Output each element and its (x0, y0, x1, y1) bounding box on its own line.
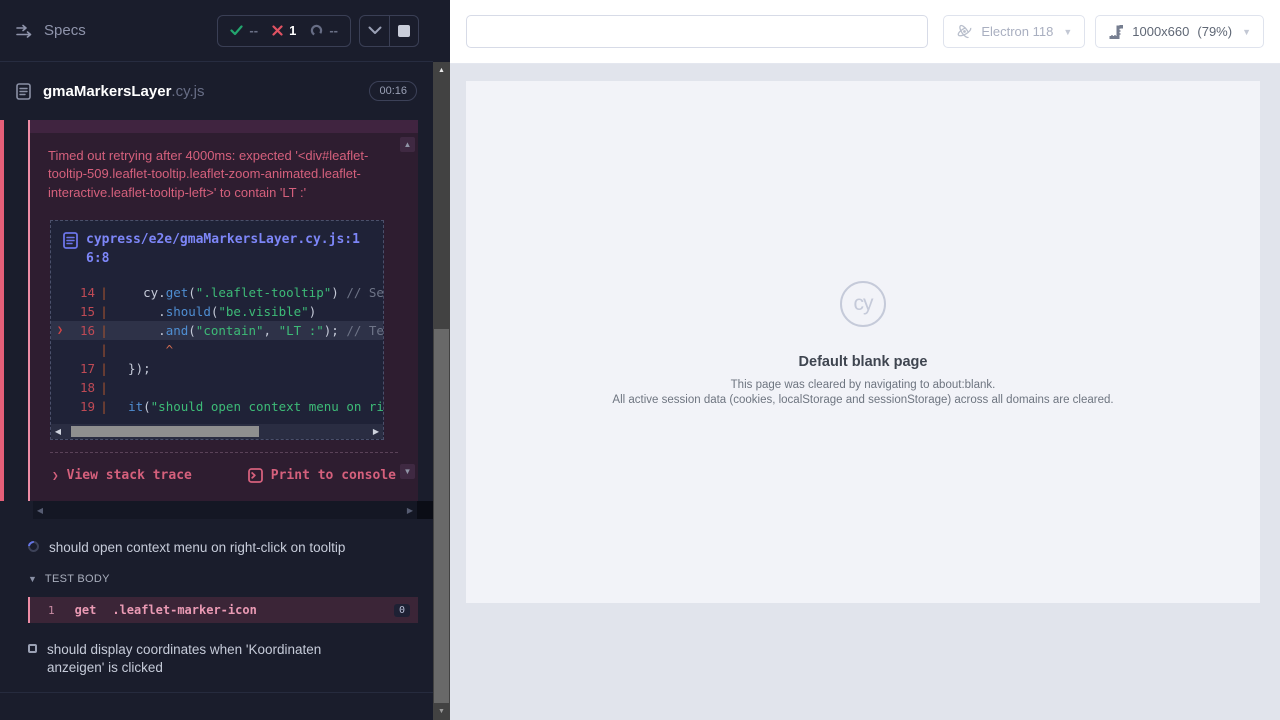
ruler-icon (1108, 24, 1124, 39)
reporter-header: Specs -- 1 -- (0, 0, 433, 62)
error-message: Timed out retrying after 4000ms: expecte… (30, 133, 418, 212)
command-number: 1 (48, 604, 55, 617)
view-stack-trace-label: View stack trace (67, 468, 192, 483)
blank-page-line1: This page was cleared by navigating to a… (731, 379, 996, 391)
chevron-down-icon (368, 26, 382, 35)
blank-page-title: Default blank page (799, 354, 928, 370)
scroll-up-icon[interactable]: ▲ (433, 62, 450, 79)
aut-blank-page: cy Default blank page This page was clea… (466, 81, 1260, 603)
chevron-down-icon: ▼ (28, 574, 37, 584)
viewport-scale-label: (79%) (1197, 24, 1232, 39)
chevron-down-icon: ▼ (1242, 27, 1251, 37)
scrollbar-corner (417, 501, 433, 519)
stat-failed: 1 (272, 23, 296, 38)
code-row: ❯16| .and("contain", "LT :"); // Test (51, 321, 383, 340)
command-message: .leaflet-marker-icon (112, 603, 257, 617)
scroll-right-icon[interactable]: ▶ (403, 506, 417, 515)
error-scroll-down-icon[interactable]: ▼ (400, 464, 415, 479)
specs-title[interactable]: Specs (44, 22, 86, 39)
test-pending-square-icon (28, 644, 37, 653)
error-scroll-up-icon[interactable]: ▲ (400, 137, 415, 152)
code-scroll-thumb[interactable] (71, 426, 259, 437)
stat-passed: -- (230, 23, 258, 38)
error-horizontal-scrollbar[interactable]: ◀ ▶ (33, 501, 417, 519)
viewport-header: Electron 118 ▼ 1000x660 (79%) ▼ (450, 0, 1280, 64)
fail-indicator-bar (0, 120, 4, 501)
spec-file-row[interactable]: gmaMarkersLayer.cy.js 00:16 (0, 62, 433, 120)
browser-label: Electron 118 (981, 24, 1053, 39)
test-stats: -- 1 -- (217, 15, 351, 47)
error-card: ▲ ▼ Timed out retrying after 4000ms: exp… (28, 120, 418, 501)
print-to-console-button[interactable]: Print to console (248, 468, 396, 483)
test-list-divider (0, 692, 433, 693)
viewport-size-label: 1000x660 (1132, 24, 1189, 39)
passed-count: -- (249, 23, 258, 38)
test-row[interactable]: should open context menu on right-click … (0, 531, 433, 565)
print-to-console-label: Print to console (271, 468, 396, 483)
code-row: 15| .should("be.visible") (51, 302, 383, 321)
sidebar-scrollbar[interactable]: ▲ ▼ (433, 62, 450, 720)
error-card-top-band (30, 120, 418, 133)
blank-page-line2: All active session data (cookies, localS… (612, 394, 1113, 406)
code-frame-file-path: cypress/e2e/gmaMarkersLayer.cy.js:16:8 (86, 231, 371, 269)
command-match-count-badge: 0 (394, 604, 410, 617)
code-frame-file-link[interactable]: cypress/e2e/gmaMarkersLayer.cy.js:16:8 (51, 221, 383, 277)
sidebar-scroll-thumb[interactable] (434, 329, 449, 703)
code-row: 14| cy.get(".leaflet-tooltip") // Sele (51, 283, 383, 302)
spec-file-icon (16, 83, 31, 100)
scroll-right-icon[interactable]: ▶ (369, 427, 383, 436)
cypress-reporter-sidebar: Specs -- 1 -- (0, 0, 450, 720)
code-frame: cypress/e2e/gmaMarkersLayer.cy.js:16:8 1… (50, 220, 384, 440)
pending-circle-icon (310, 24, 323, 37)
code-row: | ^ (51, 340, 383, 359)
stop-icon (398, 25, 410, 37)
view-stack-trace-button[interactable]: ❯ View stack trace (52, 468, 192, 483)
scroll-down-icon[interactable]: ▼ (433, 703, 450, 720)
console-icon (248, 468, 263, 483)
viewport-size-selector[interactable]: 1000x660 (79%) ▼ (1095, 15, 1264, 48)
failed-count: 1 (289, 23, 296, 38)
cypress-logo: cy (840, 281, 886, 327)
check-icon (230, 25, 243, 36)
spec-ext: .cy.js (171, 83, 204, 100)
pending-count: -- (329, 23, 338, 38)
test-running-spinner-icon (26, 539, 41, 554)
spec-duration-badge: 00:16 (369, 81, 417, 101)
test-row[interactable]: should display coordinates when 'Koordin… (0, 633, 433, 685)
electron-icon (956, 23, 973, 40)
test-title: should display coordinates when 'Koordin… (47, 641, 373, 677)
collapse-all-button[interactable] (360, 16, 389, 46)
test-body-label: TEST BODY (45, 573, 110, 585)
stop-run-button[interactable] (389, 16, 418, 46)
url-input[interactable] (466, 15, 928, 48)
command-name: get (75, 603, 97, 617)
run-controls (359, 15, 419, 47)
chevron-right-icon: ❯ (52, 469, 59, 482)
command-log-row[interactable]: 1 get .leaflet-marker-icon 0 (28, 597, 418, 623)
code-horizontal-scrollbar[interactable]: ◀ ▶ (51, 424, 383, 439)
spec-name: gmaMarkersLayer (43, 83, 171, 100)
code-row: 18| (51, 378, 383, 397)
specs-menu-icon[interactable] (16, 24, 32, 38)
stat-pending: -- (310, 23, 338, 38)
failed-attempt-region: ▲ ▼ Timed out retrying after 4000ms: exp… (0, 120, 433, 519)
viewport-body: cy Default blank page This page was clea… (450, 64, 1280, 720)
code-row: 19| it("should open context menu on righ… (51, 397, 383, 416)
error-actions: ❯ View stack trace Print to console (30, 453, 418, 501)
code-lines: 14| cy.get(".leaflet-tooltip") // Sele15… (51, 277, 383, 420)
chevron-down-icon: ▼ (1063, 27, 1072, 37)
x-icon (272, 25, 283, 36)
browser-pane: Electron 118 ▼ 1000x660 (79%) ▼ cy Defau… (450, 0, 1280, 720)
browser-selector[interactable]: Electron 118 ▼ (943, 15, 1085, 48)
test-title: should open context menu on right-click … (49, 539, 345, 557)
test-list: should open context menu on right-click … (0, 519, 433, 693)
code-row: 17| }); (51, 359, 383, 378)
test-body-section[interactable]: ▼ TEST BODY (0, 565, 433, 593)
file-icon (63, 232, 78, 249)
scroll-left-icon[interactable]: ◀ (51, 427, 65, 436)
scroll-left-icon[interactable]: ◀ (33, 506, 47, 515)
